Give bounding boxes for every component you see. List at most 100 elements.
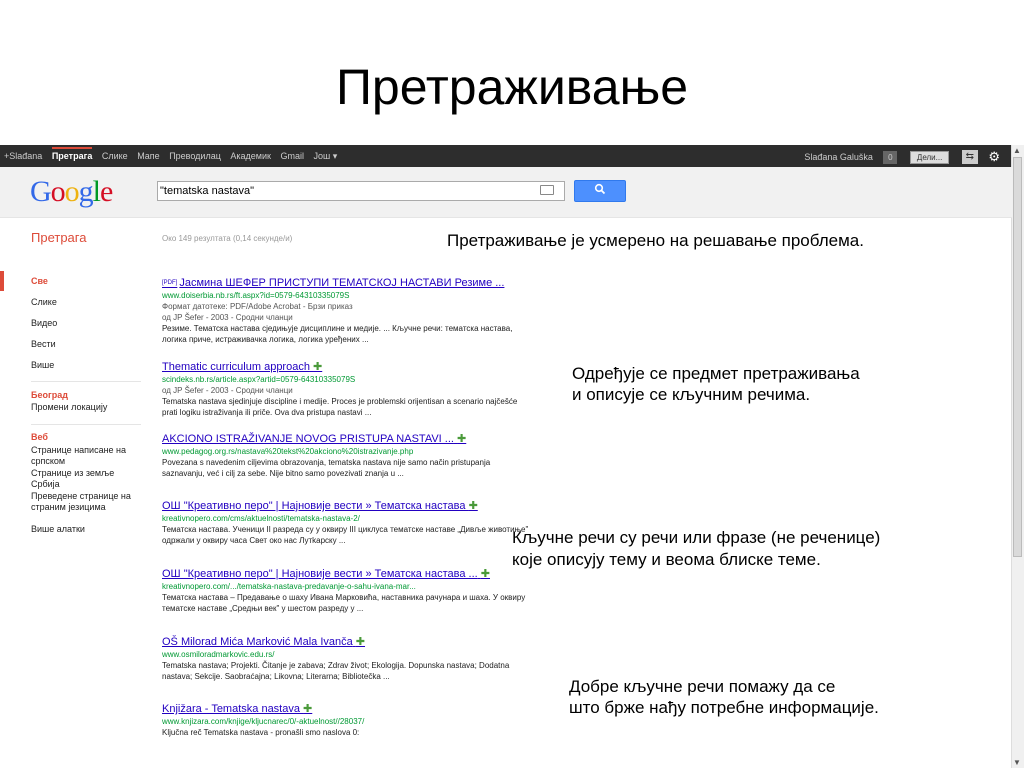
location-title: Београд <box>31 390 68 400</box>
scrollbar[interactable]: ▲ ▼ <box>1011 145 1024 768</box>
annotation-keywords-line2: које описују тему и веома блиске теме. <box>512 550 821 569</box>
result-url: kreativnopero.com/.../tematska-nastava-p… <box>162 582 416 591</box>
filter-videos[interactable]: Видео <box>31 318 57 328</box>
result-title[interactable]: Thematic curriculum approach ✚ <box>162 361 532 374</box>
active-filter-indicator <box>0 271 4 291</box>
search-input[interactable] <box>157 181 565 201</box>
filter-news[interactable]: Вести <box>31 339 56 349</box>
sidebar-divider <box>31 424 141 425</box>
result-title-text[interactable]: ОШ "Креативно перо" | Најновије вести » … <box>162 500 466 512</box>
star-icon[interactable]: ✚ <box>481 568 490 580</box>
result-meta: Формат датотеке: PDF/Adobe Acrobat - Брз… <box>162 302 353 311</box>
user-name[interactable]: Slađana Galuška <box>804 152 873 162</box>
star-icon[interactable]: ✚ <box>303 703 312 715</box>
filter-all[interactable]: Све <box>31 276 48 286</box>
result-stats: Око 149 резултата (0,14 секунде/и) <box>162 234 293 243</box>
logo-letter: o <box>50 175 66 208</box>
pdf-tag: [PDF] <box>162 280 178 286</box>
section-title: Претрага <box>31 230 87 245</box>
result-title-text[interactable]: OŠ Milorad Mića Marković Mala Ivanča <box>162 636 353 648</box>
share-button[interactable]: Дели... <box>909 150 950 164</box>
nav-gmail[interactable]: Gmail <box>280 151 304 161</box>
star-icon[interactable]: ✚ <box>356 636 365 648</box>
nav-images[interactable]: Слике <box>102 151 128 161</box>
result-title-text[interactable]: Јасмина ШЕФЕР ПРИСТУПИ ТЕМАТСКОЈ НАСТАВИ… <box>179 277 504 289</box>
result-url: www.knjizara.com/knjige/kljucnarec/0/-ak… <box>162 717 365 726</box>
nav-translate[interactable]: Преводилац <box>169 151 221 161</box>
logo-letter: G <box>30 175 52 208</box>
change-location-link[interactable]: Промени локацију <box>31 402 107 412</box>
annotation-problem-solving: Претраживање је усмерено на решавање про… <box>447 231 864 250</box>
result-title-text[interactable]: Thematic curriculum approach <box>162 361 310 373</box>
logo-letter: e <box>100 175 113 208</box>
gear-icon[interactable]: ⚙ <box>988 149 1000 165</box>
result-url: www.pedagog.org.rs/nastava%20tekst%20akc… <box>162 447 414 456</box>
result-title-text[interactable]: Knjižara - Tematska nastava <box>162 703 300 715</box>
logo-letter: o <box>64 175 80 208</box>
search-icon <box>594 183 606 198</box>
star-icon[interactable]: ✚ <box>469 500 478 512</box>
result-snippet: Тематска настава – Предавање о шаху Иван… <box>162 593 526 613</box>
more-tools-link[interactable]: Више алатки <box>31 524 85 534</box>
annotation-subject-line1: Одређује се предмет претраживања <box>572 364 860 383</box>
search-button[interactable] <box>574 180 626 202</box>
result-title[interactable]: Knjižara - Tematska nastava ✚ <box>162 703 532 716</box>
search-result: ОШ "Креативно перо" | Најновије вести » … <box>162 500 532 546</box>
result-title[interactable]: [PDF] Јасмина ШЕФЕР ПРИСТУПИ ТЕМАТСКОЈ НА… <box>162 277 532 290</box>
top-nav: +Slađana Претрага Слике Мапе Преводилац … <box>4 147 344 162</box>
logo-letter: g <box>78 175 94 208</box>
scroll-down-icon[interactable]: ▼ <box>1013 758 1021 767</box>
browser-screenshot: +Slađana Претрага Слике Мапе Преводилац … <box>0 145 1024 768</box>
result-title-text[interactable]: ОШ "Креативно перо" | Најновије вести » … <box>162 568 478 580</box>
result-title[interactable]: ОШ "Креативно перо" | Најновије вести » … <box>162 500 532 513</box>
nav-search[interactable]: Претрага <box>51 147 93 161</box>
annotation-keywords-line1: Кључне речи су речи или фразе (не речени… <box>512 528 881 547</box>
scroll-thumb[interactable] <box>1013 157 1022 557</box>
google-top-bar: +Slađana Претрага Слике Мапе Преводилац … <box>0 145 1012 167</box>
search-result: Knjižara - Tematska nastava ✚ www.knjiza… <box>162 703 532 738</box>
search-result: [PDF] Јасмина ШЕФЕР ПРИСТУПИ ТЕМАТСКОЈ НА… <box>162 277 532 345</box>
notification-count[interactable]: 0 <box>883 150 898 164</box>
result-url: www.doiserbia.nb.rs/ft.aspx?id=0579-6431… <box>162 291 350 300</box>
result-snippet: Ključna reč Tematska nastava - pronašli … <box>162 728 360 737</box>
result-title-text[interactable]: AKCIONO ISTRAŽIVANJE NOVOG PRISTUPA NAST… <box>162 433 454 445</box>
scroll-up-icon[interactable]: ▲ <box>1013 146 1021 155</box>
result-snippet: Резиме. Тематска настава сједињује дисци… <box>162 324 513 344</box>
result-title[interactable]: AKCIONO ISTRAŽIVANJE NOVOG PRISTUPA NAST… <box>162 433 532 446</box>
filter-serbian-pages[interactable]: Странице написане на српском <box>31 445 135 467</box>
nav-more[interactable]: Још ▾ <box>314 151 338 161</box>
star-icon[interactable]: ✚ <box>457 433 466 445</box>
result-snippet: Tematska nastava sjedinjuje discipline i… <box>162 397 518 417</box>
result-snippet: Тематска настава. Ученици II разреда су … <box>162 525 529 545</box>
result-snippet: Tematska nastava; Projekti. Čitanje je z… <box>162 661 510 681</box>
search-result: Thematic curriculum approach ✚ scindeks.… <box>162 361 532 418</box>
notifications-icon[interactable]: ⇆ <box>961 150 978 164</box>
filter-serbia-pages[interactable]: Странице из земље Србија <box>31 468 131 490</box>
star-icon[interactable]: ✚ <box>313 361 322 373</box>
result-url: www.osmiloradmarkovic.edu.rs/ <box>162 650 275 659</box>
annotation-subject-line2: и описује се кључним речима. <box>572 385 811 404</box>
search-result: ОШ "Креативно перо" | Најновије вести » … <box>162 568 532 614</box>
result-url: kreativnopero.com/cms/aktuelnosti/temats… <box>162 514 360 523</box>
logo-letter: l <box>92 175 101 208</box>
filter-more[interactable]: Више <box>31 360 54 370</box>
filter-translated-pages[interactable]: Преведене странице на страним језицима <box>31 491 141 513</box>
nav-scholar[interactable]: Академик <box>230 151 271 161</box>
search-result: AKCIONO ISTRAŽIVANJE NOVOG PRISTUPA NAST… <box>162 433 532 479</box>
nav-maps[interactable]: Мапе <box>137 151 159 161</box>
nav-plus-user[interactable]: +Slađana <box>4 151 42 161</box>
sidebar-divider <box>31 381 141 382</box>
filter-images[interactable]: Слике <box>31 297 57 307</box>
search-header: Google <box>0 167 1012 218</box>
keyboard-icon[interactable] <box>540 185 554 195</box>
web-title: Веб <box>31 432 48 442</box>
google-logo[interactable]: Google <box>30 175 113 209</box>
result-title[interactable]: OŠ Milorad Mića Marković Mala Ivanča ✚ <box>162 636 532 649</box>
result-url: scindeks.nb.rs/article.aspx?artid=0579-6… <box>162 375 356 384</box>
search-result: OŠ Milorad Mića Marković Mala Ivanča ✚ w… <box>162 636 532 682</box>
annotation-good-keywords-line1: Добре кључне речи помажу да се <box>569 677 836 696</box>
result-title[interactable]: ОШ "Креативно перо" | Најновије вести » … <box>162 568 532 581</box>
annotation-good-keywords-line2: што брже нађу потребне информације. <box>569 698 879 717</box>
result-snippet: Povezana s navedenim ciljevima obrazovan… <box>162 458 491 478</box>
user-box: Slađana Galuška 0 Дели... ⇆ ⚙ <box>804 149 1000 165</box>
